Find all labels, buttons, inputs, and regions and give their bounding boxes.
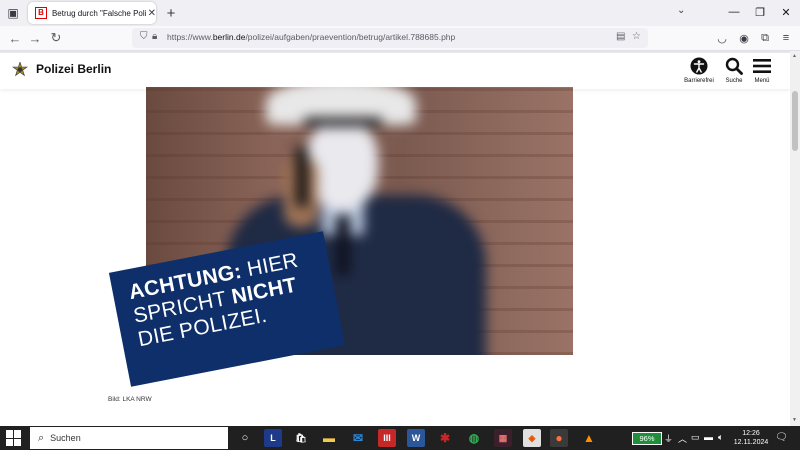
account-icon[interactable]: ◉ xyxy=(736,30,752,46)
battery-tray-icon[interactable]: ▬ xyxy=(704,432,713,442)
search-icon: ⌕ xyxy=(38,431,45,444)
phone xyxy=(296,147,308,207)
scroll-down-icon[interactable]: ▼ xyxy=(792,417,797,423)
bug-app-icon[interactable]: ✱ xyxy=(436,429,454,447)
battery-indicator[interactable]: 96% xyxy=(632,432,662,445)
windows-start-icon[interactable] xyxy=(6,430,22,446)
extensions-icon[interactable]: ⧉ xyxy=(757,30,773,46)
browser-tab-active[interactable]: B Betrug durch "Falsche Polizisten" ✕ xyxy=(28,2,156,24)
site-title[interactable]: Polizei Berlin xyxy=(36,62,111,76)
tray-chevron-icon[interactable]: ︿ xyxy=(678,432,687,445)
task-view-icon[interactable]: ○ xyxy=(236,429,254,447)
search-button[interactable]: Suche xyxy=(722,56,746,84)
tab-close-icon[interactable]: ✕ xyxy=(148,8,156,19)
reload-icon[interactable]: ↻ xyxy=(47,29,65,47)
clock-time: 12:26 xyxy=(742,430,760,437)
firefox-icon[interactable]: ● xyxy=(550,429,568,447)
accessibility-icon xyxy=(690,57,708,75)
page-scrollbar[interactable]: ▲ ▼ xyxy=(790,51,800,426)
berlin-favicon-icon: B xyxy=(35,7,47,19)
police-star-logo-icon[interactable] xyxy=(12,62,28,78)
network-icon[interactable]: ▭ xyxy=(691,432,700,443)
menu-label: Menü xyxy=(754,78,770,84)
browser-tab-strip: ▣ B Betrug durch "Falsche Polizisten" ✕ … xyxy=(0,0,800,26)
taskbar-search-box[interactable]: ⌕ Suchen xyxy=(30,427,228,449)
word-icon[interactable]: W xyxy=(407,429,425,447)
navigation-toolbar: ← → ↻ ⛉ 🔒︎ https://www.berlin.de/polizei… xyxy=(0,26,800,51)
taskbar-clock[interactable]: 12:26 12.11.2024 xyxy=(733,429,769,447)
restore-icon[interactable]: ❐ xyxy=(750,3,770,21)
search-label: Suche xyxy=(725,78,743,84)
tie xyxy=(336,215,350,275)
shield-icon[interactable]: ⛉ xyxy=(140,31,148,42)
web-page: Polizei Berlin Barrierefrei Suche Menü A… xyxy=(0,51,790,426)
search-icon xyxy=(725,57,743,75)
mail-icon[interactable]: ✉ xyxy=(349,429,367,447)
orange-app-icon[interactable]: ◈ xyxy=(523,429,541,447)
taskbar-search-placeholder: Suchen xyxy=(50,433,81,443)
store-icon[interactable]: 🛍︎ xyxy=(292,429,310,447)
accessibility-label: Barrierefrei xyxy=(684,78,714,84)
reader-view-icon[interactable]: ▤ xyxy=(616,31,625,42)
warning-banner: ACHTUNG: HIER SPRICHT NICHT DIE POLIZEI. xyxy=(108,231,346,387)
red-app-icon[interactable]: III xyxy=(378,429,396,447)
notification-icon[interactable]: 🗨︎ xyxy=(775,432,788,443)
forward-arrow-icon[interactable]: → xyxy=(26,29,44,47)
bookmark-star-icon[interactable]: ☆ xyxy=(632,31,641,42)
vlc-icon[interactable]: ▲ xyxy=(580,429,598,447)
chrome-icon[interactable]: ◍ xyxy=(465,429,483,447)
window-close-icon[interactable]: ✕ xyxy=(776,3,796,21)
menu-button[interactable]: Menü xyxy=(751,56,773,84)
accessibility-button[interactable]: Barrierefrei xyxy=(682,56,716,84)
pocket-icon[interactable]: ◡ xyxy=(714,30,730,46)
image-caption: Bild: LKA NRW xyxy=(108,396,152,403)
power-plug-icon[interactable]: ⏚ xyxy=(664,432,673,445)
cap-band xyxy=(304,117,382,127)
minimize-icon[interactable]: — xyxy=(724,3,744,21)
url-path: /polizei/aufgaben/praevention/betrug/art… xyxy=(245,32,456,42)
new-tab-plus-icon[interactable]: + xyxy=(163,4,179,22)
dark-app-icon[interactable]: ▦ xyxy=(494,429,512,447)
lock-icon[interactable]: 🔒︎ xyxy=(152,31,157,42)
hamburger-menu-icon xyxy=(753,59,771,73)
windows-taskbar: ⌕ Suchen ○ L 🛍︎ ▬ ✉ III W ✱ ◍ ▦ ◈ ● ▲ 96… xyxy=(0,426,800,450)
url-prefix: https://www. xyxy=(167,32,213,42)
firefox-view-icon[interactable]: ▣ xyxy=(4,4,22,22)
file-explorer-icon[interactable]: ▬ xyxy=(320,429,338,447)
tab-title: Betrug durch "Falsche Polizisten" xyxy=(51,8,146,18)
clock-date: 12.11.2024 xyxy=(733,439,769,446)
tab-list-chevron-icon[interactable]: ⌄ xyxy=(677,5,685,16)
back-arrow-icon[interactable]: ← xyxy=(6,29,24,47)
url-bar[interactable]: ⛉ 🔒︎ https://www.berlin.de/polizei/aufga… xyxy=(132,28,648,48)
url-host: berlin.de xyxy=(212,32,246,42)
scroll-thumb[interactable] xyxy=(792,91,798,151)
launcher-l-icon[interactable]: L xyxy=(264,429,282,447)
app-menu-icon[interactable]: ≡ xyxy=(778,30,794,46)
url-text[interactable]: https://www.berlin.de/polizei/aufgaben/p… xyxy=(167,32,455,42)
scroll-up-icon[interactable]: ▲ xyxy=(792,53,797,59)
site-header: Polizei Berlin Barrierefrei Suche Menü xyxy=(0,51,790,89)
volume-icon[interactable]: 🔈︎ xyxy=(718,432,723,443)
